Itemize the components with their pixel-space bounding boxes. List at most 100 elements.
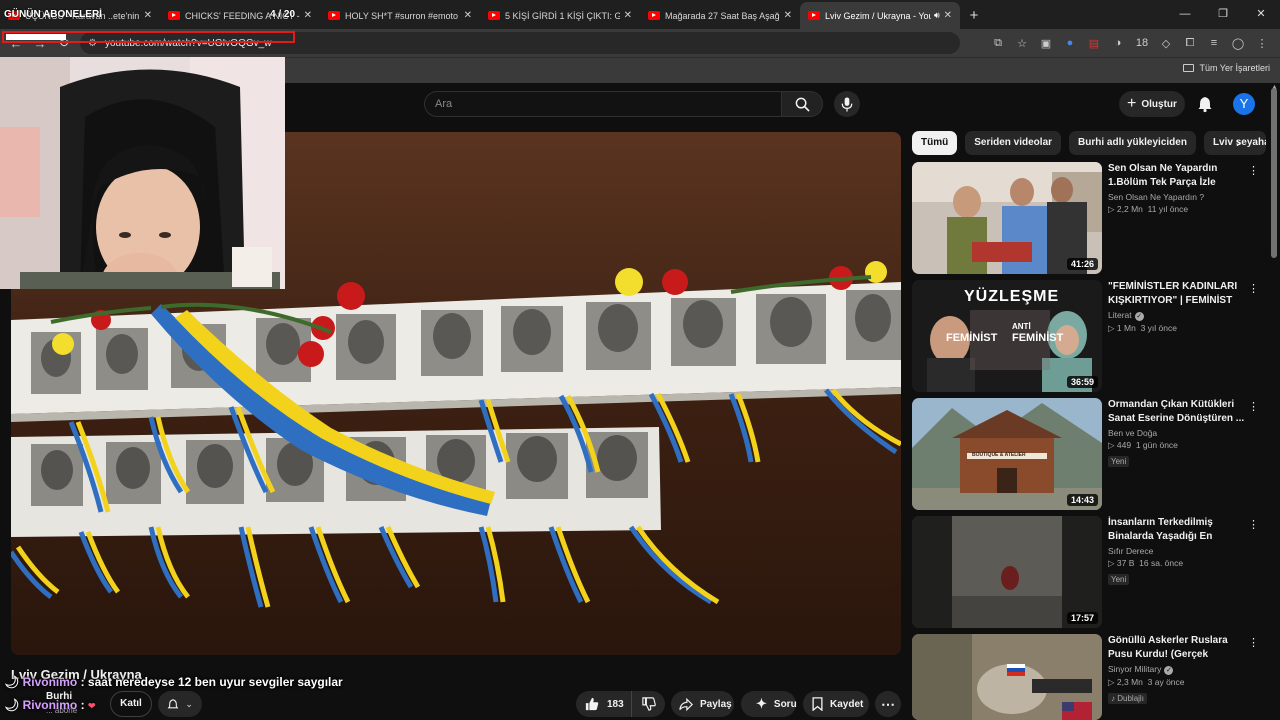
upload-age: 11 yıl önce bbox=[1147, 204, 1189, 214]
browser-tab[interactable]: HOLY SH*T #surron #emoto #d ✕ bbox=[320, 2, 480, 29]
video-meta: "FEMİNİSTLER KADINLARI KIŞKIRTIYOR" | FE… bbox=[1108, 280, 1246, 334]
search-icon bbox=[795, 97, 810, 112]
close-tab-icon[interactable]: ✕ bbox=[304, 10, 312, 21]
microphone-icon bbox=[841, 96, 853, 112]
channel-name[interactable]: Sinyor Military ✓ bbox=[1108, 664, 1246, 675]
close-tab-icon[interactable]: ✕ bbox=[464, 10, 472, 21]
video-thumbnail[interactable]: 41:26 bbox=[912, 162, 1102, 274]
chip-all[interactable]: Tümü bbox=[912, 131, 958, 155]
notifications-bell-icon[interactable] bbox=[1196, 95, 1214, 113]
more-actions-button[interactable]: ⋯ bbox=[875, 691, 901, 717]
extension-badge-icon[interactable]: 18 bbox=[1130, 37, 1154, 49]
share-label: Paylaş bbox=[700, 698, 732, 710]
cast-icon[interactable]: ⧉ bbox=[986, 37, 1010, 50]
ask-label: Soru bbox=[773, 698, 797, 710]
ask-button[interactable]: ✦ Soru bbox=[741, 691, 797, 717]
browser-tab-active[interactable]: Lviv Gezim / Ukrayna - YouT 🔊︎ ✕ bbox=[800, 2, 960, 29]
upload-age: 3 yıl önce bbox=[1140, 323, 1177, 333]
close-tab-icon[interactable]: ✕ bbox=[944, 10, 952, 21]
daily-subscribers-label: GÜNÜN ABONELERİ bbox=[4, 9, 102, 20]
video-thumbnail[interactable]: 17:57 bbox=[912, 516, 1102, 628]
channel-name[interactable]: Ben ve Doğa bbox=[1108, 428, 1246, 438]
video-stats: ▷ 2,2 Mn 11 yıl önce bbox=[1108, 204, 1246, 215]
voice-search-button[interactable] bbox=[834, 91, 860, 117]
chevron-right-icon[interactable]: › bbox=[1236, 134, 1241, 150]
stream-chat-message: 🌙︎ Rivonimo : ❤ bbox=[4, 698, 95, 712]
view-count: 449 bbox=[1116, 440, 1132, 450]
puzzle-icon[interactable]: ⧠ bbox=[1178, 37, 1202, 50]
new-badge: Yeni bbox=[1108, 456, 1130, 467]
search-button[interactable] bbox=[781, 91, 823, 117]
channel-name[interactable]: Literat ✓ bbox=[1108, 310, 1246, 321]
video-title[interactable]: Gönüllü Askerler Ruslara Pusu Kurdu! (Ge… bbox=[1108, 634, 1246, 662]
minimize-icon[interactable]: — bbox=[1166, 0, 1204, 29]
dubbed-icon: ♪ bbox=[1111, 694, 1115, 703]
browser-tab-bar: ÜÇÜNCÜ - Karavan ..ete'nin Karavan T ✕ C… bbox=[0, 0, 1280, 29]
more-options-icon[interactable]: ⋮ bbox=[1248, 164, 1259, 177]
more-options-icon[interactable]: ⋮ bbox=[1248, 282, 1259, 295]
recommended-video[interactable]: 41:26 Sen Olsan Ne Yapardın 1.Bölüm Tek … bbox=[912, 162, 1272, 274]
more-options-icon[interactable]: ⋮ bbox=[1248, 518, 1259, 531]
new-tab-button[interactable]: + bbox=[960, 2, 988, 29]
more-options-icon[interactable]: ⋮ bbox=[1248, 636, 1259, 649]
play-icon: ▷ bbox=[1108, 204, 1115, 214]
extension-icon[interactable]: ◇ bbox=[1154, 37, 1178, 50]
share-button[interactable]: Paylaş bbox=[671, 691, 734, 717]
streamer-webcam-image bbox=[0, 57, 285, 289]
like-dislike-group: 183 bbox=[576, 691, 665, 717]
maximize-icon[interactable]: ❐ bbox=[1204, 0, 1242, 29]
view-count: 2,2 Mn bbox=[1116, 204, 1143, 214]
more-options-icon[interactable]: ⋮ bbox=[1248, 400, 1259, 413]
browser-tab[interactable]: Mağarada 27 Saat Baş Aşağı Sa ✕ bbox=[640, 2, 800, 29]
media-controls-icon[interactable]: ≡ bbox=[1202, 37, 1226, 49]
recommended-video[interactable]: 17:57 İnsanların Terkedilmiş Binalarda Y… bbox=[912, 516, 1272, 628]
extension-icon[interactable]: ▣ bbox=[1034, 37, 1058, 50]
sparkle-icon: ✦ bbox=[756, 696, 767, 711]
search-input[interactable]: Ara bbox=[424, 91, 782, 117]
youtube-favicon-icon bbox=[168, 11, 180, 20]
close-tab-icon[interactable]: ✕ bbox=[624, 10, 632, 21]
play-icon: ▷ bbox=[1108, 558, 1115, 568]
extension-icon[interactable]: ◑ bbox=[1106, 37, 1130, 49]
video-thumbnail[interactable]: BOUTIQUE & ATELIER 14:43 bbox=[912, 398, 1102, 510]
all-bookmarks-button[interactable]: Tüm Yer İşaretleri bbox=[1183, 63, 1270, 73]
close-window-icon[interactable]: ✕ bbox=[1242, 0, 1280, 29]
chip-series[interactable]: Seriden videolar bbox=[965, 131, 1062, 155]
profile-icon[interactable]: ◯ bbox=[1226, 37, 1250, 50]
like-button[interactable]: 183 bbox=[576, 691, 632, 717]
video-title[interactable]: Ormandan Çıkan Kütükleri Sanat Eserine D… bbox=[1108, 398, 1246, 426]
speaker-icon[interactable]: 🔊︎ bbox=[934, 10, 940, 21]
close-tab-icon[interactable]: ✕ bbox=[784, 10, 792, 21]
extension-icon[interactable]: ▤ bbox=[1082, 37, 1106, 50]
save-button[interactable]: Kaydet bbox=[803, 691, 869, 717]
account-avatar[interactable]: Y bbox=[1233, 93, 1255, 115]
menu-kebab-icon[interactable]: ⋮ bbox=[1250, 37, 1274, 50]
thumbnail-image bbox=[912, 634, 1102, 720]
chip-uploader[interactable]: Burhi adlı yükleyiciden bbox=[1069, 131, 1196, 155]
recommended-video[interactable]: Gönüllü Askerler Ruslara Pusu Kurdu! (Ge… bbox=[912, 634, 1272, 720]
browser-tab[interactable]: CHICKS' FEEDING A NICT - Yo ✕ bbox=[160, 2, 320, 29]
chip-topic[interactable]: Lviv seyahati bbox=[1203, 131, 1266, 155]
extension-icon[interactable]: ● bbox=[1058, 37, 1082, 49]
recommended-video[interactable]: YÜZLEŞME ANTİ FEMİNİST FEMİNİST 36:59 "F… bbox=[912, 280, 1272, 392]
channel-name-text: Literat bbox=[1108, 310, 1132, 320]
video-title[interactable]: Sen Olsan Ne Yapardın 1.Bölüm Tek Parça … bbox=[1108, 162, 1246, 190]
thumbnail-caption: YÜZLEŞME bbox=[964, 288, 1060, 305]
video-title[interactable]: İnsanların Terkedilmiş Binalarda Yaşadığ… bbox=[1108, 516, 1246, 544]
channel-name[interactable]: Sen Olsan Ne Yapardın ? bbox=[1108, 192, 1246, 202]
bell-icon bbox=[167, 698, 179, 708]
window-controls: — ❐ ✕ bbox=[1166, 0, 1280, 29]
video-title[interactable]: "FEMİNİSTLER KADINLARI KIŞKIRTIYOR" | FE… bbox=[1108, 280, 1246, 308]
video-thumbnail[interactable] bbox=[912, 634, 1102, 720]
browser-tab[interactable]: 5 KİŞİ GİRDİ 1 KİŞİ ÇIKTI: Gollun ✕ bbox=[480, 2, 640, 29]
create-button[interactable]: + Oluştur bbox=[1119, 91, 1185, 117]
join-button[interactable]: Katıl bbox=[110, 691, 152, 717]
bookmark-star-icon[interactable]: ☆ bbox=[1010, 37, 1034, 50]
video-thumbnail[interactable]: YÜZLEŞME ANTİ FEMİNİST FEMİNİST 36:59 bbox=[912, 280, 1102, 392]
recommended-video[interactable]: BOUTIQUE & ATELIER 14:43 Ormandan Çıkan … bbox=[912, 398, 1272, 510]
subscription-bell-button[interactable]: ⌄ bbox=[158, 691, 202, 717]
close-tab-icon[interactable]: ✕ bbox=[144, 10, 152, 21]
channel-name[interactable]: Sıfır Derece bbox=[1108, 546, 1246, 556]
create-label: Oluştur bbox=[1141, 98, 1177, 110]
dislike-button[interactable] bbox=[632, 697, 665, 711]
